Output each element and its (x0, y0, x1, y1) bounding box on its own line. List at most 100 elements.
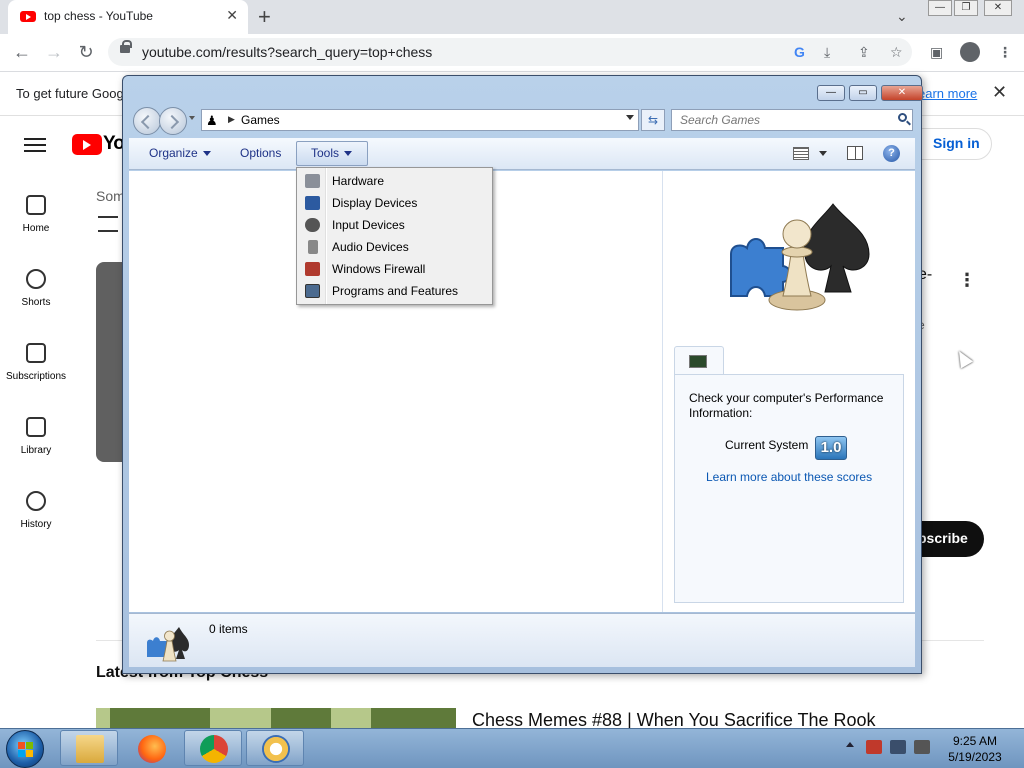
menu-item-programs-and-features[interactable]: Programs and Features (299, 280, 490, 302)
forward-arrow-icon[interactable]: → (42, 42, 66, 63)
lock-icon (120, 40, 132, 53)
address-bar[interactable]: youtube.com/results?search_query=top+che… (108, 38, 912, 66)
action-center-icon[interactable] (866, 740, 882, 754)
sidebar-item-subscriptions[interactable]: Subscriptions (0, 343, 72, 382)
sidebar-item-history[interactable]: History (0, 491, 72, 530)
chrome-menu-icon[interactable]: ⋮ (998, 44, 1012, 61)
explorer-close-button[interactable]: ✕ (881, 85, 923, 101)
back-arrow-icon[interactable]: ← (10, 42, 34, 63)
menu-item-label: Hardware (332, 174, 385, 188)
games-explorer-window: — ▭ ✕ ♟ ▶ Games ⇆ Search Games Organize … (122, 75, 923, 674)
profile-avatar-icon[interactable] (960, 42, 980, 62)
taskbar-firefox[interactable] (122, 730, 180, 766)
views-icon[interactable] (793, 147, 809, 160)
info-bar-text: To get future Goog (16, 86, 124, 101)
help-icon[interactable]: ? (883, 145, 900, 162)
minimize-button[interactable]: — (928, 0, 952, 16)
address-dropdown-icon[interactable] (626, 115, 634, 120)
more-actions-icon[interactable]: ⋮ (958, 270, 976, 291)
menu-item-audio-devices[interactable]: Audio Devices (299, 236, 490, 258)
tab-close-icon[interactable]: ✕ (226, 7, 238, 24)
views-chevron-icon[interactable] (819, 151, 827, 156)
bookmark-star-icon[interactable]: ☆ (890, 44, 903, 61)
youtube-favicon-icon (20, 11, 36, 22)
explorer-maximize-button[interactable]: ▭ (849, 85, 877, 101)
search-icon[interactable] (898, 113, 907, 122)
menu-item-hardware[interactable]: Hardware (299, 170, 490, 192)
chevron-down-icon (344, 151, 353, 157)
windows-logo-icon (18, 742, 25, 749)
browser-tab[interactable]: top chess - YouTube ✕ (8, 0, 248, 34)
info-bar-learn-more-link[interactable]: earn more (918, 86, 977, 101)
hardware-icon (305, 174, 320, 188)
taskbar-chrome[interactable] (184, 730, 242, 766)
explorer-minimize-button[interactable]: — (817, 85, 845, 101)
app-icon (262, 735, 290, 763)
close-window-button[interactable]: ✕ (984, 0, 1012, 16)
system-clock[interactable]: 9:25 AM 5/19/2023 (940, 733, 1010, 765)
restore-button[interactable]: ❐ (954, 0, 978, 16)
monitor-icon (689, 355, 707, 368)
organize-button[interactable]: Organize (149, 146, 211, 160)
hamburger-menu-icon[interactable] (24, 134, 46, 156)
sidebar-item-shorts[interactable]: Shorts (0, 269, 72, 308)
search-input[interactable]: Search Games (671, 109, 913, 131)
explorer-icon (76, 735, 104, 763)
address-bar[interactable]: ♟ ▶ Games (201, 109, 639, 131)
clock-time: 9:25 AM (952, 734, 998, 748)
menu-item-label: Windows Firewall (332, 262, 426, 276)
partial-text: Som (96, 188, 125, 204)
tools-label: Tools (311, 146, 340, 160)
network-icon[interactable] (890, 740, 906, 754)
menu-item-display-devices[interactable]: Display Devices (299, 192, 490, 214)
preview-pane-icon[interactable] (847, 146, 863, 160)
taskbar-app[interactable] (246, 730, 304, 766)
forward-button[interactable] (159, 107, 187, 135)
tab-title: top chess - YouTube (44, 9, 153, 23)
refresh-button[interactable]: ⇆ (641, 109, 665, 131)
filter-icon[interactable] (98, 216, 118, 232)
home-icon (26, 195, 46, 215)
taskbar-explorer[interactable] (60, 730, 118, 766)
side-panel-icon[interactable]: ▣ (930, 44, 943, 61)
menu-item-label: Input Devices (332, 218, 405, 232)
sidebar-item-library[interactable]: Library (0, 417, 72, 456)
url-text[interactable]: youtube.com/results?search_query=top+che… (142, 44, 432, 60)
sidebar-item-label: Shorts (21, 297, 51, 308)
info-bar-close-icon[interactable]: ✕ (992, 82, 1007, 103)
youtube-logo-icon[interactable] (72, 134, 102, 155)
show-hidden-icons-icon[interactable] (846, 742, 854, 747)
video-thumbnail[interactable] (96, 708, 456, 730)
sidebar-item-home[interactable]: Home (0, 195, 72, 234)
options-button[interactable]: Options (240, 146, 281, 160)
recent-pages-chevron-icon[interactable] (189, 116, 195, 120)
install-icon[interactable]: ⤓ (824, 44, 830, 61)
history-icon (26, 491, 46, 511)
volume-muted-icon[interactable] (914, 740, 930, 754)
breadcrumb-separator-icon[interactable]: ▶ (228, 114, 235, 125)
subscriptions-icon (26, 343, 46, 363)
google-lens-icon[interactable]: G (794, 44, 805, 60)
thumbnail-segment (110, 708, 210, 730)
new-tab-button[interactable]: + (258, 4, 271, 30)
menu-item-input-devices[interactable]: Input Devices (299, 214, 490, 236)
sidebar-item-label: History (20, 519, 52, 530)
performance-tab[interactable] (674, 346, 724, 376)
library-icon (26, 417, 46, 437)
firefox-icon (138, 735, 166, 763)
learn-more-scores-link[interactable]: Learn more about these scores (706, 470, 872, 484)
tools-menu: Hardware Display Devices Input Devices A… (296, 167, 493, 305)
games-small-icon (147, 627, 189, 662)
back-button[interactable] (133, 107, 161, 135)
games-logo-icon (730, 203, 870, 311)
share-icon[interactable]: ⇪ (858, 44, 870, 61)
breadcrumb[interactable]: Games (241, 113, 280, 127)
menu-item-windows-firewall[interactable]: Windows Firewall (299, 258, 490, 280)
start-button[interactable] (6, 730, 44, 768)
tools-button[interactable]: Tools (296, 141, 368, 166)
reload-icon[interactable]: ↻ (74, 42, 98, 63)
menu-item-label: Display Devices (332, 196, 418, 210)
firewall-icon (305, 262, 320, 276)
menu-item-label: Audio Devices (332, 240, 409, 254)
tab-search-chevron-icon[interactable]: ⌄ (896, 8, 908, 25)
